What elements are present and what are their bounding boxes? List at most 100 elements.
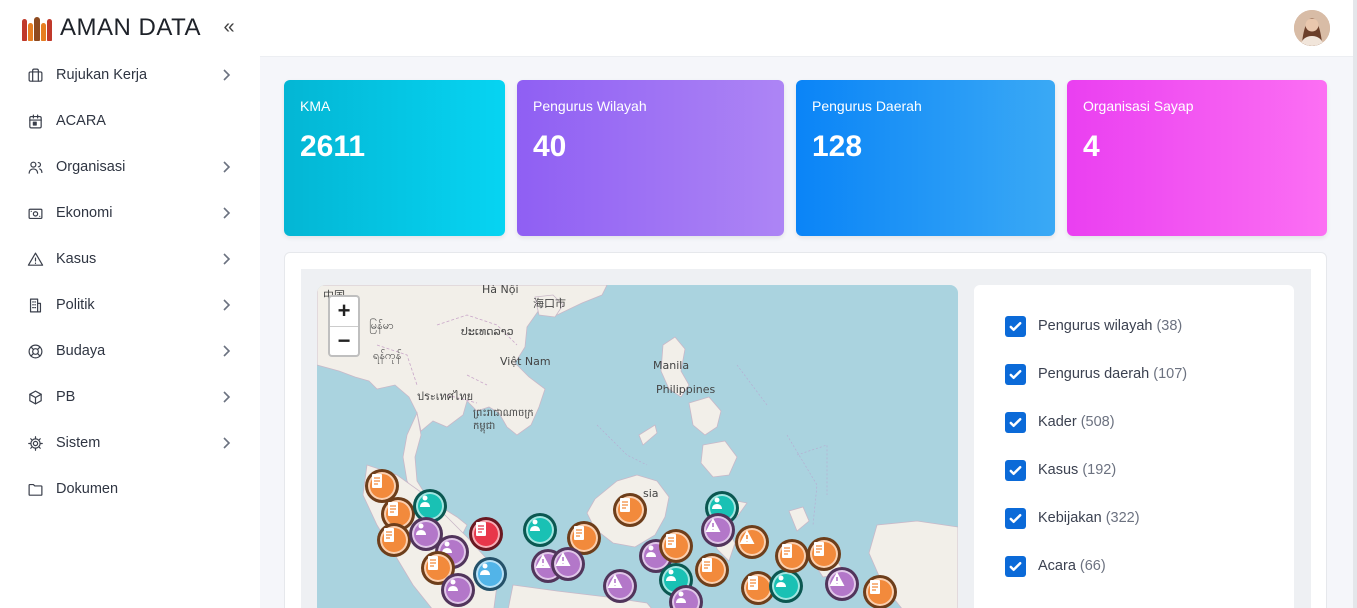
legend-count: (192) bbox=[1082, 462, 1117, 478]
sidebar-item-dokumen[interactable]: Dokumen bbox=[0, 466, 260, 512]
map-marker-document[interactable] bbox=[659, 529, 693, 563]
document-icon bbox=[782, 544, 792, 558]
chevron-right-icon bbox=[220, 343, 232, 359]
legend-count: (66) bbox=[1079, 558, 1106, 574]
map-marker-warning[interactable] bbox=[735, 525, 769, 559]
map-marker-document[interactable] bbox=[469, 517, 503, 551]
sidebar-item-politik[interactable]: Politik bbox=[0, 282, 260, 328]
map-label: Philippines bbox=[656, 383, 716, 396]
stat-card-organisasi-sayap[interactable]: Organisasi Sayap 4 bbox=[1067, 80, 1327, 236]
map-marker-group[interactable] bbox=[523, 513, 557, 547]
legend-item-acara[interactable]: Acara (66) bbox=[1005, 555, 1106, 577]
map-basemap bbox=[317, 285, 958, 608]
sidebar-item-pb[interactable]: PB bbox=[0, 374, 260, 420]
map-marker-document[interactable] bbox=[863, 575, 897, 608]
checkbox-checked-icon[interactable] bbox=[1005, 411, 1026, 433]
people-icon bbox=[646, 545, 656, 557]
stat-value: 2611 bbox=[300, 130, 366, 163]
map-label: ประเทศไทย bbox=[417, 390, 474, 403]
sidebar-item-organisasi[interactable]: Organisasi bbox=[0, 144, 260, 190]
zoom-in-button[interactable]: + bbox=[330, 297, 358, 326]
box-icon bbox=[26, 388, 44, 406]
stat-label: Pengurus Daerah bbox=[812, 98, 922, 114]
chevron-right-icon bbox=[220, 435, 232, 451]
checkbox-checked-icon[interactable] bbox=[1005, 315, 1026, 337]
people-icon bbox=[480, 563, 490, 575]
sidebar-item-ekonomi[interactable]: Ekonomi bbox=[0, 190, 260, 236]
stat-label: KMA bbox=[300, 98, 331, 114]
sidebar-item-kasus[interactable]: Kasus bbox=[0, 236, 260, 282]
map-marker-warning[interactable] bbox=[551, 547, 585, 581]
sidebar-item-sistem[interactable]: Sistem bbox=[0, 420, 260, 466]
checkbox-checked-icon[interactable] bbox=[1005, 459, 1026, 481]
map-label: sia bbox=[643, 487, 659, 500]
document-icon bbox=[666, 534, 676, 548]
map-view[interactable]: 中国 Hà Nội 海口市 မြန်မာ ປະເທດລາວ Việt Nam ရ… bbox=[317, 285, 958, 608]
zoom-control: + − bbox=[328, 295, 360, 357]
people-icon bbox=[416, 523, 426, 535]
document-icon bbox=[870, 580, 880, 594]
stat-card-pengurus-daerah[interactable]: Pengurus Daerah 128 bbox=[796, 80, 1055, 236]
legend-item-pengurus-daerah[interactable]: Pengurus daerah (107) bbox=[1005, 363, 1187, 385]
document-icon bbox=[620, 498, 630, 512]
checkbox-checked-icon[interactable] bbox=[1005, 507, 1026, 529]
map-marker-group[interactable] bbox=[441, 573, 475, 607]
checkbox-checked-icon[interactable] bbox=[1005, 363, 1026, 385]
chevron-right-icon bbox=[220, 389, 232, 405]
stat-label: Pengurus Wilayah bbox=[533, 98, 647, 114]
sidebar-item-label: Budaya bbox=[56, 343, 106, 359]
legend-count: (508) bbox=[1080, 414, 1115, 430]
sidebar-item-budaya[interactable]: Budaya bbox=[0, 328, 260, 374]
zoom-out-button[interactable]: − bbox=[330, 326, 358, 355]
legend-item-kebijakan[interactable]: Kebijakan (322) bbox=[1005, 507, 1140, 529]
map-marker-warning[interactable] bbox=[825, 567, 859, 601]
document-icon bbox=[702, 558, 712, 572]
map-marker-group[interactable] bbox=[473, 557, 507, 591]
checkbox-checked-icon[interactable] bbox=[1005, 555, 1026, 577]
people-icon bbox=[676, 591, 686, 603]
document-icon bbox=[574, 526, 584, 540]
collapse-sidebar-icon[interactable]: « bbox=[219, 16, 239, 40]
people-icon bbox=[530, 519, 540, 531]
stat-value: 4 bbox=[1083, 130, 1100, 163]
legend-label: Kebijakan bbox=[1038, 510, 1102, 526]
legend-item-kader[interactable]: Kader (508) bbox=[1005, 411, 1115, 433]
stat-card-kma[interactable]: KMA 2611 bbox=[284, 80, 505, 236]
brand[interactable]: AMAN DATA bbox=[22, 12, 201, 44]
stat-label: Organisasi Sayap bbox=[1083, 98, 1194, 114]
legend-count: (322) bbox=[1105, 510, 1140, 526]
page-scrollbar[interactable] bbox=[1353, 0, 1357, 608]
map-marker-document[interactable] bbox=[377, 523, 411, 557]
people-icon bbox=[666, 569, 676, 581]
avatar[interactable] bbox=[1294, 10, 1330, 46]
stat-card-pengurus-wilayah[interactable]: Pengurus Wilayah 40 bbox=[517, 80, 784, 236]
legend-item-kasus[interactable]: Kasus (192) bbox=[1005, 459, 1116, 481]
sidebar-item-label: ACARA bbox=[56, 113, 106, 129]
app-title: AMAN DATA bbox=[60, 14, 201, 41]
sidebar-item-label: Organisasi bbox=[56, 159, 126, 175]
legend-label: Kasus bbox=[1038, 462, 1079, 478]
map-marker-warning[interactable] bbox=[603, 569, 637, 603]
map-marker-document[interactable] bbox=[613, 493, 647, 527]
map-label: ព្រះរាជាណាចក្រកម្ពុជា bbox=[473, 408, 534, 432]
sidebar-item-label: Kasus bbox=[56, 251, 97, 267]
map-marker-document[interactable] bbox=[807, 537, 841, 571]
document-icon bbox=[372, 474, 382, 488]
money-icon bbox=[26, 204, 44, 222]
map-marker-warning[interactable] bbox=[701, 513, 735, 547]
legend-item-pengurus-wilayah[interactable]: Pengurus wilayah (38) bbox=[1005, 315, 1182, 337]
map-marker-group[interactable] bbox=[769, 569, 803, 603]
sidebar-item-rujukan-kerja[interactable]: Rujukan Kerja bbox=[0, 52, 260, 98]
sidebar-item-acara[interactable]: ACARA bbox=[0, 98, 260, 144]
warning-icon bbox=[26, 250, 44, 268]
map-marker-document[interactable] bbox=[695, 553, 729, 587]
chevron-right-icon bbox=[220, 205, 232, 221]
chevron-right-icon bbox=[220, 67, 232, 83]
chevron-right-icon bbox=[220, 297, 232, 313]
warning-icon bbox=[535, 554, 551, 568]
map-marker-document[interactable] bbox=[775, 539, 809, 573]
gear-icon bbox=[26, 434, 44, 452]
sidebar-nav: Rujukan Kerja ACARA Organisasi Ekonomi K… bbox=[0, 52, 260, 512]
warning-icon bbox=[555, 552, 571, 566]
document-icon bbox=[814, 542, 824, 556]
